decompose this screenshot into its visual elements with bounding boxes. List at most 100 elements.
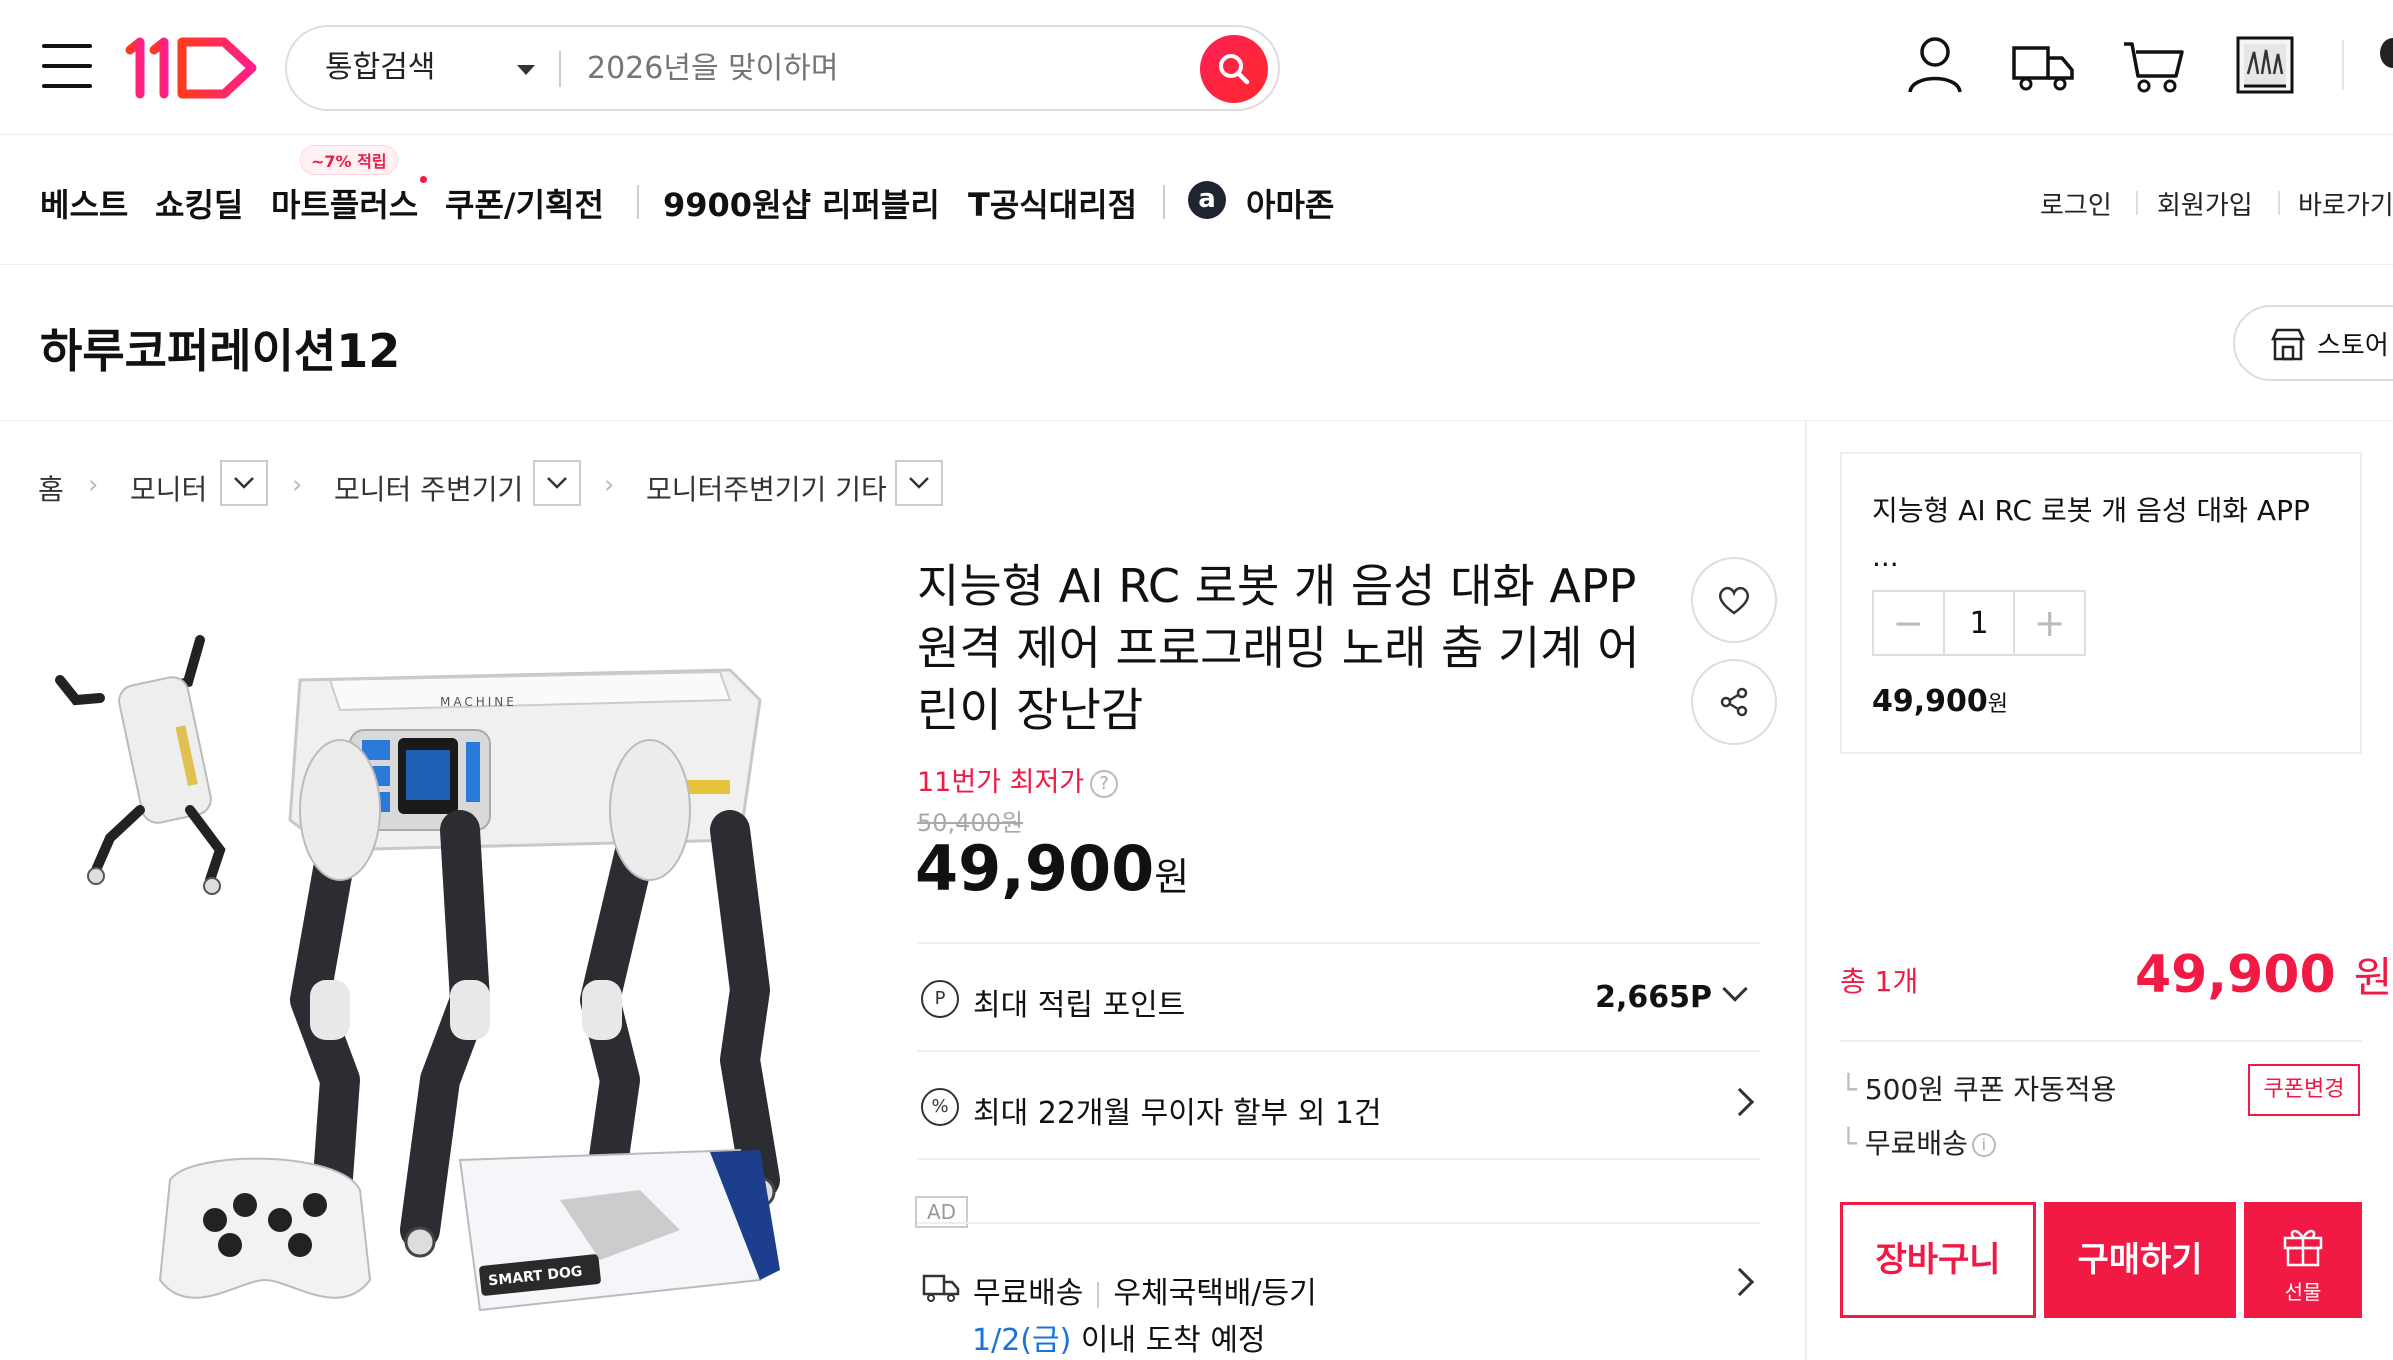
points-row[interactable]: P 최대 적립 포인트 2,665P [917,968,1760,1028]
info-icon[interactable]: i [1971,1133,1996,1157]
wishlist-icon[interactable] [2380,38,2393,68]
quantity-stepper: − 1 + [1872,590,2086,656]
chevron-right-icon: › [604,470,615,500]
increase-button[interactable]: + [2015,592,2084,654]
gift-button-label: 선물 [2284,1280,2322,1304]
change-coupon-button[interactable]: 쿠폰변경 [2248,1064,2360,1116]
quantity-value[interactable]: 1 [1942,592,2016,654]
chevron-down-icon [234,477,254,489]
chevron-right-icon [1725,1087,1755,1117]
search-bar: 통합검색 [285,25,1280,111]
login-link[interactable]: 로그인 [2040,185,2112,222]
search-icon [1219,54,1250,85]
site-logo[interactable] [124,34,264,100]
nav-item-coupon[interactable]: 쿠폰/기획전 [445,180,604,226]
nav-item-best[interactable]: 베스트 [40,180,128,226]
cart-icon[interactable] [2118,30,2188,100]
robot-label: MACHINE [440,695,517,709]
heart-icon [1718,586,1750,615]
sale-price-unit: 원 [1154,855,1190,899]
option-price: 49,900원 [1872,684,2008,719]
total-price: 49,900 원 [2135,944,2392,1005]
recent-view-icon[interactable] [2230,30,2300,100]
store-icon [2271,328,2305,361]
caret-down-icon[interactable] [517,65,535,75]
installment-row[interactable]: % 최대 22개월 무이자 할부 외 1건 [917,1076,1760,1136]
decrease-button[interactable]: − [1874,592,1943,654]
best-price-label: 11번가 최저가? [917,760,1119,799]
shortcut-link[interactable]: 바로가기 [2298,185,2393,222]
util-divider [2136,191,2138,215]
side-divider [1805,421,1807,1360]
points-value: 2,665P [1595,980,1712,1015]
controller-figure [158,1157,372,1299]
delivery-truck-icon[interactable] [2008,30,2078,100]
nav-item-mart-plus[interactable]: 마트플러스 [271,180,418,226]
points-label: 최대 적립 포인트 [973,988,1186,1023]
divider [917,1158,1760,1160]
breadcrumb-monitor-etc[interactable]: 모니터주변기기 기타 [646,468,887,508]
shipping-row[interactable]: 무료배송 우체국택배/등기 [917,1256,1760,1316]
share-button[interactable] [1691,659,1777,745]
breadcrumb-home[interactable]: 홈 [38,468,64,508]
chevron-down-icon [1722,976,1748,1002]
best-price-text: 11번가 최저가 [917,767,1085,798]
breadcrumb-monitor[interactable]: 모니터 [130,468,207,508]
total-count: 총 1개 [1840,965,1919,998]
arrival-estimate: 1/2(금) 이내 도착 예정 [972,1315,1266,1359]
sale-price: 49,900원 [915,832,1189,905]
product-image[interactable]: MACHINE SMART DOG [40,580,830,1350]
gift-button[interactable]: 선물 [2244,1202,2362,1318]
breadcrumb-monitor-accessories[interactable]: 모니터 주변기기 [334,468,523,508]
search-button[interactable] [1200,35,1268,103]
user-icon[interactable] [1900,30,1970,100]
chevron-right-icon: › [292,470,303,500]
chevron-right-icon: › [88,470,99,500]
coupon-text: 500원 쿠폰 자동적용 [1864,1073,2117,1106]
sale-price-value: 49,900 [915,832,1155,905]
new-dot [420,176,427,183]
product-title: 지능형 AI RC 로봇 개 음성 대화 APP 원격 제어 프로그래밍 노래 … [917,559,1640,737]
search-category-select[interactable]: 통합검색 [325,27,435,109]
option-price-unit: 원 [1987,692,2009,717]
store-button[interactable]: 스토어 [2233,305,2393,381]
divider [917,942,1760,944]
total-price-unit: 원 [2353,953,2393,1002]
installment-label: 최대 22개월 무이자 할부 외 1건 [973,1096,1382,1131]
nav-item-9900-shop[interactable]: 9900원샵 [663,180,811,226]
breadcrumb-dropdown[interactable] [533,460,581,506]
nav-badge: ~7% 적립 [300,145,398,175]
wishlist-button[interactable] [1691,557,1777,643]
nav-item-refurbly[interactable]: 리퍼블리 [822,180,940,226]
top-header: 통합검색 [0,0,2393,135]
help-icon[interactable]: ? [1090,769,1119,798]
total-price-value: 49,900 [2135,945,2336,1005]
shipping-free: 무료배송 [973,1276,1084,1311]
nav-item-t-dealer[interactable]: T공식대리점 [968,180,1137,226]
util-divider [2278,191,2280,215]
option-title-text: 지능형 AI RC 로봇 개 음성 대화 APP [1872,494,2310,527]
breadcrumb-dropdown[interactable] [895,460,943,506]
shipping-method: 우체국택배/등기 [1113,1276,1317,1311]
divider [1097,1281,1100,1308]
tree-mark: └ [1840,1073,1857,1106]
add-to-cart-button[interactable]: 장바구니 [1840,1202,2036,1318]
store-name[interactable]: 하루코퍼레이션12 [40,315,400,381]
nav-item-amazon[interactable]: 아마존 [1246,180,1334,226]
free-shipping-text: 무료배송 [1864,1127,1968,1160]
breadcrumb-dropdown[interactable] [220,460,268,506]
share-icon [1720,687,1748,717]
chevron-down-icon [909,477,929,489]
option-title: 지능형 AI RC 로봇 개 음성 대화 APP ... [1872,488,2342,580]
tree-mark: └ [1840,1127,1857,1160]
buy-now-button[interactable]: 구매하기 [2044,1202,2236,1318]
category-nav: 베스트 쇼킹딜 ~7% 적립 마트플러스 쿠폰/기획전 9900원샵 리퍼블리 … [0,135,2393,265]
menu-icon[interactable] [42,44,92,88]
nav-divider [1163,185,1165,219]
signup-link[interactable]: 회원가입 [2157,185,2253,222]
search-input[interactable] [587,41,1067,95]
nav-item-shocking-deal[interactable]: 쇼킹딜 [155,180,243,226]
store-button-label: 스토어 [2317,331,2389,361]
option-price-value: 49,900 [1872,684,1988,719]
point-icon: P [921,980,959,1018]
